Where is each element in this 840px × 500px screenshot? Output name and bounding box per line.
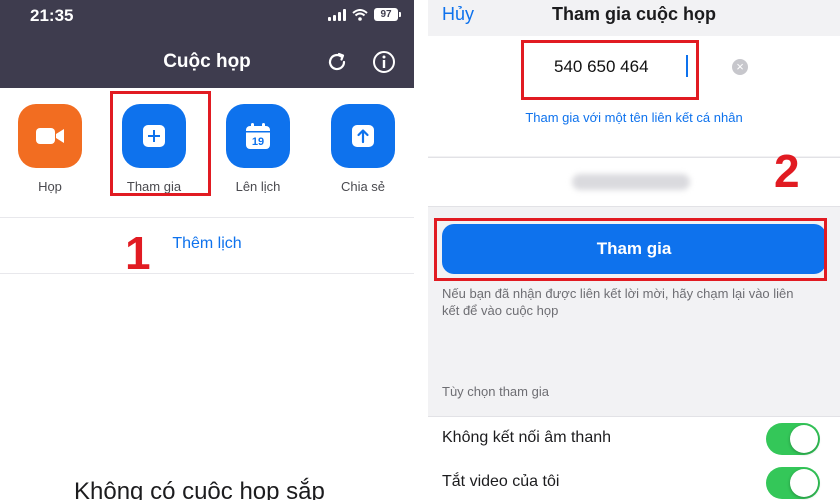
action-new-meeting[interactable]: Họp	[16, 104, 84, 194]
signal-icon	[328, 8, 346, 21]
option-label: Tắt video của tôi	[442, 473, 560, 490]
add-calendar-link[interactable]: Thêm lịch	[0, 235, 414, 253]
action-schedule[interactable]: 19 Lên lịch	[224, 104, 292, 194]
page-title: Tham gia cuộc họp	[551, 4, 716, 24]
status-time: 21:35	[30, 6, 74, 25]
highlight-join-button	[434, 218, 827, 281]
battery-icon: 97	[374, 8, 401, 21]
clear-icon[interactable]: ×	[732, 59, 748, 75]
video-camera-icon	[36, 128, 64, 144]
step-number-1: 1	[125, 227, 151, 279]
info-icon[interactable]	[372, 50, 396, 74]
action-share[interactable]: Chia sẻ	[329, 104, 397, 194]
personal-link[interactable]: Tham gia với một tên liên kết cá nhân	[428, 110, 840, 125]
page-title: Cuộc họp	[163, 51, 251, 72]
share-tile[interactable]	[331, 104, 395, 168]
new-meeting-tile[interactable]	[18, 104, 82, 168]
panel-divider	[414, 0, 428, 500]
divider	[0, 217, 414, 218]
wifi-icon	[352, 8, 368, 21]
new-meeting-label: Họp	[38, 179, 62, 194]
schedule-label: Lên lịch	[235, 179, 281, 194]
option-row: Không kết nối âm thanh	[428, 416, 840, 462]
divider	[0, 273, 414, 274]
highlight-meeting-id	[521, 40, 699, 100]
hint-text: Nếu bạn đã nhận được liên kết lời mời, h…	[442, 286, 794, 318]
blurred-name	[572, 174, 690, 190]
empty-state-text: Không có cuộc họp sắp	[74, 478, 325, 500]
calendar-day: 19	[252, 136, 264, 148]
schedule-tile[interactable]: 19	[226, 104, 290, 168]
step-number-2: 2	[774, 145, 800, 197]
highlight-join	[110, 91, 211, 196]
refresh-icon[interactable]	[325, 50, 349, 74]
join-meeting-screen: Hủy Tham gia cuộc họp 540 650 464 × Tham…	[428, 0, 840, 500]
meetings-header: 21:35 97 Cuộc họp	[0, 0, 414, 88]
option-row: Tắt video của tôi	[428, 461, 840, 500]
calendar-icon: 19	[246, 123, 270, 149]
toggle-switch[interactable]	[766, 423, 820, 455]
toggle-switch[interactable]	[766, 467, 820, 499]
option-label: Không kết nối âm thanh	[442, 429, 612, 446]
share-label: Chia sẻ	[340, 179, 386, 194]
share-arrow-icon	[352, 125, 374, 147]
meetings-screen: 21:35 97 Cuộc họp Họp Tham gia 19 Lên lị…	[0, 0, 414, 500]
options-header: Tùy chọn tham gia	[442, 384, 549, 399]
status-icons: 97	[328, 8, 401, 21]
